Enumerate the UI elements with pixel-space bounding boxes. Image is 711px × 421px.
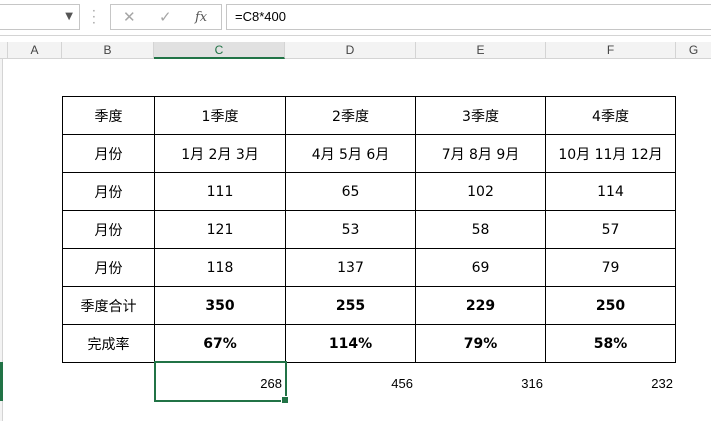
cell[interactable]: 255 [285,286,416,325]
table-row: 季度合计 350 255 229 250 [62,286,676,325]
formula-controls: ✕ ✓ fx [110,4,222,30]
result-cell-f[interactable]: 232 [550,376,673,391]
column-header-d[interactable]: D [285,42,416,59]
cell[interactable]: 2季度 [285,96,416,135]
column-header-g[interactable]: G [676,42,711,59]
cell[interactable]: 69 [415,248,546,287]
cell[interactable]: 季度 [62,96,155,135]
cancel-icon[interactable]: ✕ [123,8,136,26]
cell[interactable]: 3季度 [415,96,546,135]
cell[interactable]: 4月 5月 6月 [285,134,416,173]
cell[interactable]: 1月 2月 3月 [154,134,286,173]
cell[interactable]: 250 [545,286,676,325]
cell[interactable]: 完成率 [62,324,155,363]
cell[interactable]: 58 [415,210,546,249]
select-all-corner[interactable] [0,42,8,59]
table-row: 月份 121 53 58 57 [62,210,676,249]
row-header-selected[interactable] [0,362,3,401]
cell[interactable]: 月份 [62,248,155,287]
cell[interactable]: 58% [545,324,676,363]
cell[interactable]: 10月 11月 12月 [545,134,676,173]
cell[interactable]: 137 [285,248,416,287]
table-row: 完成率 67% 114% 79% 58% [62,324,676,363]
cell[interactable]: 65 [285,172,416,211]
cell[interactable]: 102 [415,172,546,211]
table-row: 季度 1季度 2季度 3季度 4季度 [62,96,676,135]
cell[interactable]: 118 [154,248,286,287]
insert-function-icon[interactable]: fx [195,10,207,25]
column-header-a[interactable]: A [8,42,62,59]
column-header-e[interactable]: E [416,42,546,59]
result-cell-d[interactable]: 456 [289,376,413,391]
cell[interactable]: 79 [545,248,676,287]
cell[interactable]: 月份 [62,210,155,249]
column-header-c[interactable]: C [154,42,285,59]
cell[interactable]: 121 [154,210,286,249]
cell[interactable]: 53 [285,210,416,249]
cell[interactable]: 350 [154,286,286,325]
active-cell-selection[interactable] [154,361,289,404]
cell[interactable]: 111 [154,172,286,211]
cell[interactable]: 月份 [62,134,155,173]
enter-icon[interactable]: ✓ [159,8,172,26]
drag-handle-icon[interactable]: · · · [92,5,96,29]
column-header-f[interactable]: F [546,42,676,59]
cell[interactable]: 229 [415,286,546,325]
cell[interactable]: 57 [545,210,676,249]
chevron-down-icon[interactable]: ▼ [65,11,73,22]
name-box[interactable]: ▼ [0,4,80,30]
cell[interactable]: 1季度 [154,96,286,135]
cell[interactable]: 114% [285,324,416,363]
formula-input[interactable]: =C8*400 [226,4,711,30]
cell[interactable]: 79% [415,324,546,363]
cell[interactable]: 114 [545,172,676,211]
cell[interactable]: 4季度 [545,96,676,135]
column-header-b[interactable]: B [62,42,154,59]
cell[interactable]: 7月 8月 9月 [415,134,546,173]
data-table: 季度 1季度 2季度 3季度 4季度 月份 1月 2月 3月 4月 5月 6月 … [62,96,676,363]
result-cell-e[interactable]: 316 [420,376,543,391]
cell[interactable]: 季度合计 [62,286,155,325]
table-row: 月份 118 137 69 79 [62,248,676,287]
cell[interactable]: 月份 [62,172,155,211]
formula-bar: ▼ · · · ✕ ✓ fx =C8*400 [0,0,711,36]
fill-handle[interactable] [281,396,289,404]
table-row: 月份 1月 2月 3月 4月 5月 6月 7月 8月 9月 10月 11月 12… [62,134,676,173]
cell[interactable]: 67% [154,324,286,363]
table-row: 月份 111 65 102 114 [62,172,676,211]
